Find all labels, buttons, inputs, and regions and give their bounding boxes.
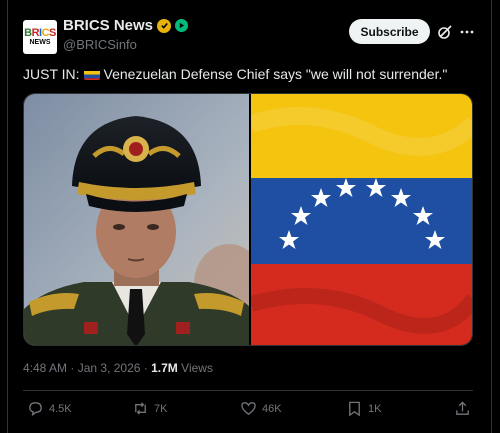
like-button[interactable]: 46K xyxy=(240,400,282,417)
views-count: 1.7M xyxy=(151,361,178,375)
actions-separator xyxy=(23,390,473,391)
tweet-meta: 4:48 AM · Jan 3, 2026 · 1.7M Views xyxy=(23,361,213,375)
bookmark-button[interactable]: 1K xyxy=(346,400,381,417)
avatar-logo-subtext: NEWS xyxy=(29,38,51,46)
venezuela-flag-photo[interactable] xyxy=(251,94,473,346)
repost-button[interactable]: 7K xyxy=(132,400,167,417)
reply-icon xyxy=(29,402,42,417)
tweet-media[interactable] xyxy=(23,93,473,346)
tweet-text: JUST IN: Venezuelan Defense Chief says "… xyxy=(23,66,447,82)
timeline-border-left xyxy=(7,0,8,433)
more-icon[interactable] xyxy=(459,24,475,40)
verified-badge-icon[interactable] xyxy=(157,18,172,33)
avatar-logo-text: BRICS xyxy=(24,26,56,39)
tweet-prefix: JUST IN: xyxy=(23,66,80,82)
tweet-time[interactable]: 4:48 AM xyxy=(23,361,67,375)
bookmark-icon xyxy=(349,401,360,417)
avatar[interactable]: BRICS NEWS xyxy=(23,20,57,54)
share-button[interactable] xyxy=(454,400,471,417)
reply-count: 4.5K xyxy=(49,402,72,415)
tweet-body: Venezuelan Defense Chief says "we will n… xyxy=(103,66,448,82)
subscribe-button[interactable]: Subscribe xyxy=(349,19,430,44)
share-icon xyxy=(456,401,469,415)
like-count: 46K xyxy=(262,402,282,415)
repost-count: 7K xyxy=(154,402,168,415)
defense-chief-photo[interactable] xyxy=(24,94,249,346)
bookmark-count: 1K xyxy=(368,402,382,415)
meta-separator-2: · xyxy=(143,361,148,375)
meta-separator: · xyxy=(70,361,75,375)
heart-icon xyxy=(241,402,256,415)
author-name-row: BRICS News xyxy=(63,17,189,34)
reply-button[interactable]: 4.5K xyxy=(27,400,72,417)
affiliate-badge-icon[interactable] xyxy=(175,19,189,32)
author-name[interactable]: BRICS News xyxy=(63,17,153,34)
author-handle[interactable]: @BRICSinfo xyxy=(63,37,137,52)
grok-icon[interactable] xyxy=(437,24,453,40)
tweet-date[interactable]: Jan 3, 2026 xyxy=(78,361,141,375)
repost-icon xyxy=(135,402,146,415)
timeline-border-right xyxy=(491,0,492,433)
venezuela-flag-icon xyxy=(83,69,100,80)
views-label: Views xyxy=(181,361,213,375)
